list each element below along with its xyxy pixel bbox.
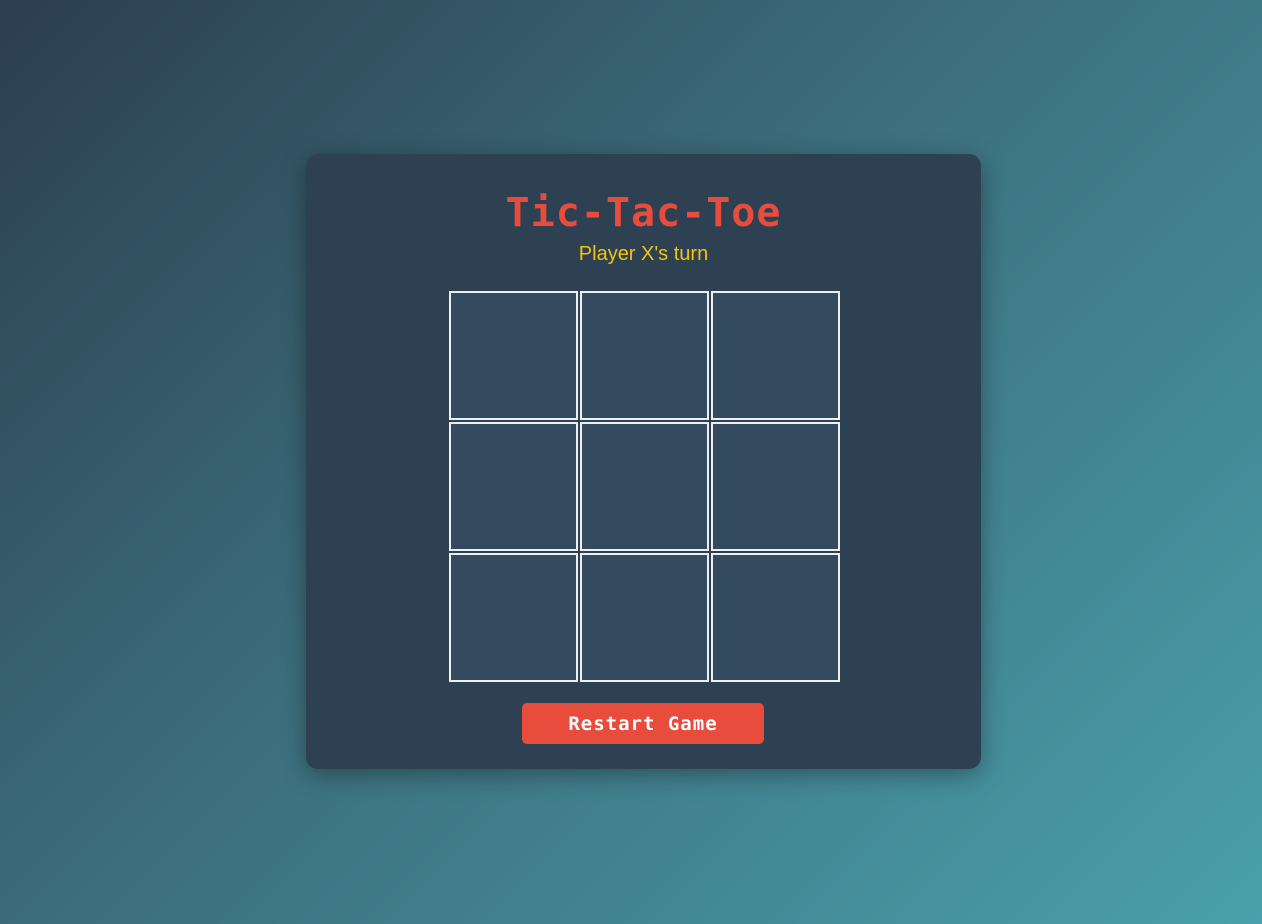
game-title: Tic-Tac-Toe	[505, 190, 782, 236]
board-cell-7[interactable]	[449, 553, 578, 682]
turn-status: Player X's turn	[578, 243, 709, 265]
board-cell-6[interactable]	[711, 422, 840, 551]
restart-game-button[interactable]: Restart Game	[522, 703, 764, 744]
board-cell-3[interactable]	[711, 291, 840, 420]
board-cell-5[interactable]	[580, 422, 709, 551]
board-cell-2[interactable]	[580, 291, 709, 420]
board-cell-9[interactable]	[711, 553, 840, 682]
game-panel: Tic-Tac-Toe Player X's turn Restart Game	[306, 154, 981, 769]
board-cell-8[interactable]	[580, 553, 709, 682]
board-cell-4[interactable]	[449, 422, 578, 551]
board-cell-1[interactable]	[449, 291, 578, 420]
game-board	[449, 291, 841, 682]
